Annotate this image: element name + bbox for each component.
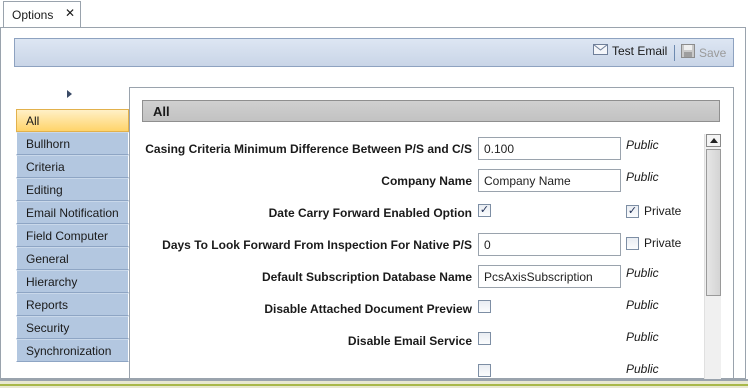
setting-row: Date Carry Forward Enabled Option ✓ ✓ Priva… [142, 200, 702, 226]
category-item-editing[interactable]: Editing [16, 178, 129, 201]
private-toggle[interactable]: Private [626, 236, 681, 250]
category-item-bullhorn[interactable]: Bullhorn [16, 132, 129, 155]
visibility-label: Public [626, 298, 659, 312]
setting-value-input[interactable] [478, 169, 621, 192]
visibility-label: Public [626, 362, 659, 376]
toolbar: Test Email Save [14, 38, 734, 67]
setting-row: Default Subscription Database Name Public [142, 264, 702, 290]
save-button[interactable]: Save [681, 44, 726, 61]
setting-row: Casing Criteria Minimum Difference Betwe… [142, 136, 702, 162]
section-title: All [153, 104, 170, 119]
setting-value-checkbox[interactable] [478, 364, 491, 377]
setting-value-input[interactable] [478, 137, 621, 160]
category-item-general[interactable]: General [16, 247, 129, 270]
tab-options[interactable]: Options ✕ [3, 1, 81, 28]
visibility-label: Public [626, 170, 659, 184]
private-label: Private [644, 204, 682, 218]
category-item-criteria[interactable]: Criteria [16, 155, 129, 178]
category-item-email-notification[interactable]: Email Notification [16, 201, 129, 224]
private-label: Private [644, 236, 682, 250]
setting-value-checkbox[interactable]: ✓ [478, 204, 491, 217]
status-band [0, 379, 748, 388]
test-email-label: Test Email [612, 44, 668, 58]
category-item-field-computer[interactable]: Field Computer [16, 224, 129, 247]
envelope-icon [593, 44, 608, 58]
private-toggle[interactable]: ✓ Private [626, 204, 681, 218]
setting-label: Days To Look Forward From Inspection For… [162, 238, 472, 252]
setting-row: Company Name Public [142, 168, 702, 194]
setting-label: Date Carry Forward Enabled Option [268, 206, 472, 220]
scroll-thumb[interactable] [706, 149, 721, 296]
tab-strip: Options ✕ [0, 0, 748, 28]
floppy-disk-icon [681, 44, 695, 61]
expand-arrow-icon[interactable] [67, 90, 72, 98]
scroll-up-button[interactable] [706, 134, 721, 147]
category-item-synchronization[interactable]: Synchronization [16, 339, 129, 362]
toolbar-separator [674, 45, 675, 61]
setting-row: Disable Email Service Public [142, 328, 702, 354]
test-email-button[interactable]: Test Email [593, 44, 667, 58]
setting-label: Disable Attached Document Preview [264, 302, 472, 316]
save-label: Save [699, 45, 727, 60]
private-checkbox[interactable] [626, 236, 639, 250]
setting-label: Default Subscription Database Name [261, 270, 472, 284]
private-checkbox[interactable]: ✓ [626, 204, 639, 218]
setting-value-input[interactable] [478, 233, 621, 256]
category-item-security[interactable]: Security [16, 316, 129, 339]
vertical-scrollbar[interactable] [704, 134, 721, 379]
category-list: All Bullhorn Criteria Editing Email Notifica… [16, 109, 129, 362]
section-header: All [142, 100, 720, 122]
setting-value-checkbox[interactable] [478, 332, 491, 345]
visibility-label: Public [626, 138, 659, 152]
setting-label: Company Name [381, 174, 472, 188]
setting-value-checkbox[interactable] [478, 300, 491, 313]
category-item-reports[interactable]: Reports [16, 293, 129, 316]
setting-row: Days To Look Forward From Inspection For… [142, 232, 702, 258]
setting-label: Casing Criteria Minimum Difference Betwe… [145, 142, 472, 156]
visibility-label: Public [626, 330, 659, 344]
category-item-all[interactable]: All [16, 109, 129, 132]
visibility-label: Public [626, 266, 659, 280]
setting-label: Disable Email Service [347, 334, 472, 348]
setting-row: Disable Attached Document Preview Public [142, 296, 702, 322]
category-item-hierarchy[interactable]: Hierarchy [16, 270, 129, 293]
close-icon[interactable]: ✕ [65, 6, 75, 20]
setting-value-input[interactable] [478, 265, 621, 288]
tab-label: Options [12, 8, 54, 22]
